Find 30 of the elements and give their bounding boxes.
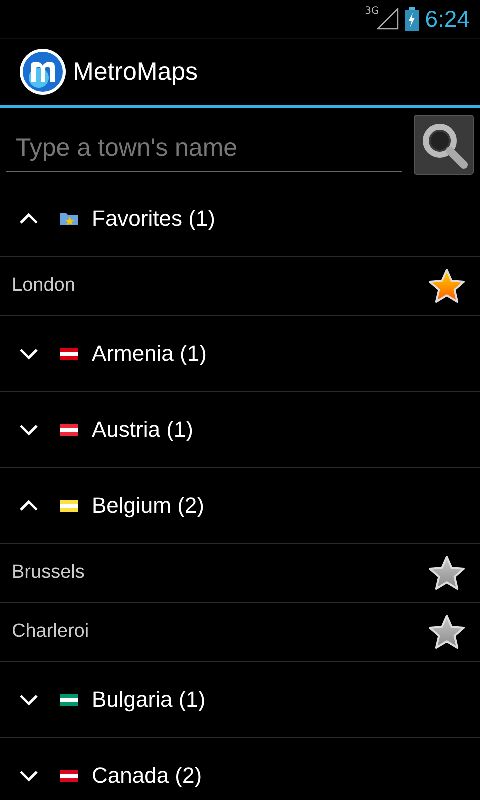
city-name: London [12, 275, 76, 297]
star-icon[interactable] [428, 614, 466, 650]
network-type: 3G [365, 6, 380, 17]
group-label: Favorites (1) [92, 206, 216, 232]
group-label: Austria (1) [92, 416, 194, 442]
country-group-header[interactable]: Austria (1) [0, 392, 480, 468]
city-name: Brussels [12, 562, 85, 584]
group-label: Armenia (1) [92, 340, 207, 366]
clock: 6:24 [425, 6, 470, 32]
search-field[interactable]: Type a town's name [6, 128, 402, 172]
city-row[interactable]: Brussels [0, 544, 480, 603]
group-label: Belgium (2) [92, 492, 204, 518]
group-label: Bulgaria (1) [92, 686, 206, 712]
globe-logo-icon [19, 48, 67, 96]
star-icon[interactable] [428, 555, 466, 591]
country-group-header[interactable]: Armenia (1) [0, 316, 480, 392]
battery-charging-icon [405, 7, 420, 31]
country-group-header[interactable]: Bulgaria (1) [0, 662, 480, 738]
city-row[interactable]: Charleroi [0, 603, 480, 662]
star-icon[interactable] [428, 268, 466, 304]
signal-icon [377, 8, 400, 30]
folder-star-icon [60, 212, 78, 226]
city-row[interactable]: London [0, 257, 480, 316]
country-group-header[interactable]: Belgium (2) [0, 468, 480, 544]
app-title: MetroMaps [73, 58, 198, 86]
search-button[interactable] [414, 114, 474, 174]
country-group-header[interactable]: Favorites (1) [0, 181, 480, 257]
group-label: Canada (2) [92, 762, 202, 788]
city-name: Charleroi [12, 621, 90, 643]
country-group-header[interactable]: Canada (2) [0, 738, 480, 800]
